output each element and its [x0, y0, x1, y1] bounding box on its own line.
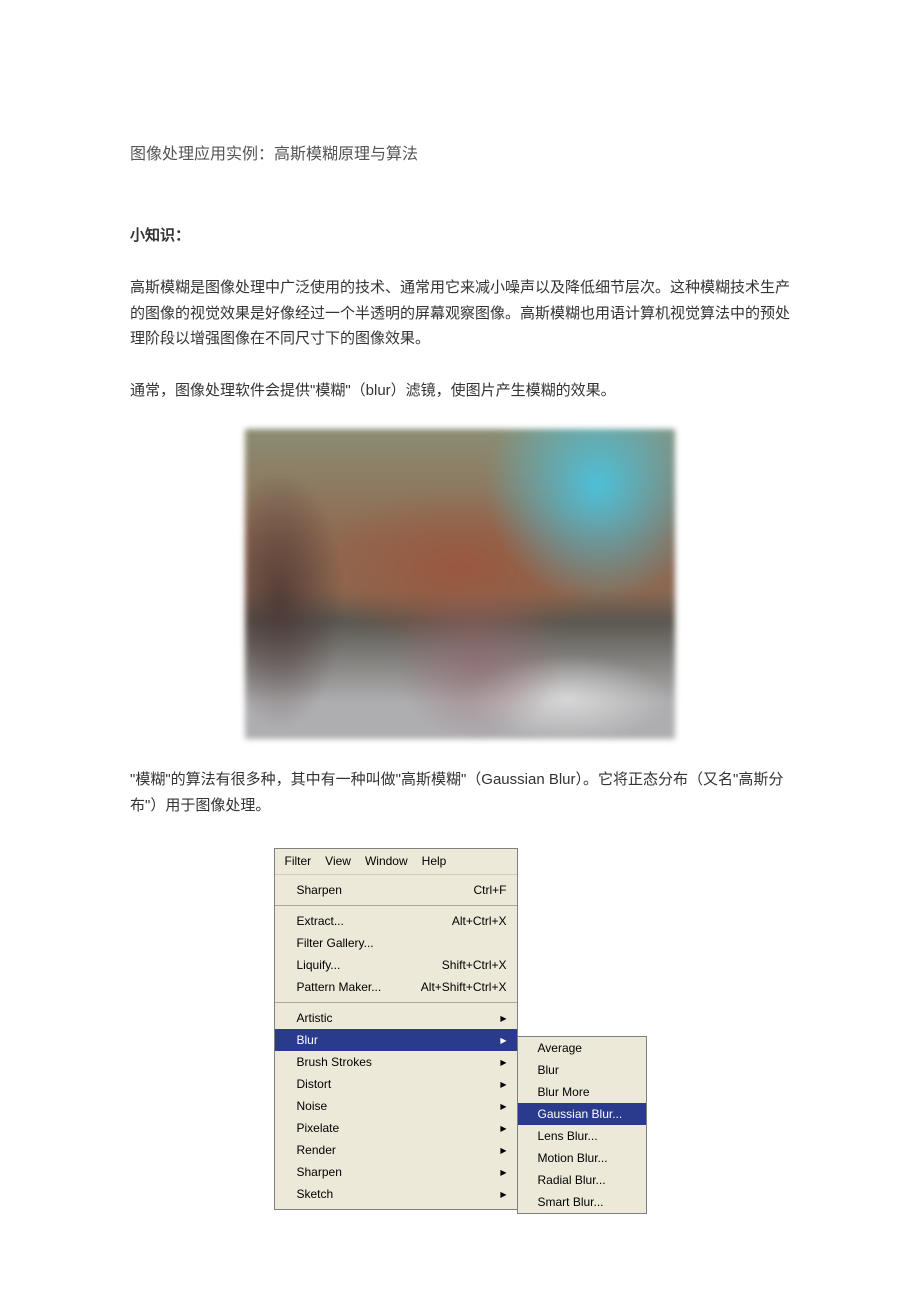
submenu-item-label: Radial Blur... [538, 1173, 606, 1187]
menu-section-3: Artistic ▶ Blur ▶ Brush Strokes ▶ Distor… [275, 1003, 517, 1209]
menubar: Filter View Window Help [275, 849, 517, 875]
menu-item-blur[interactable]: Blur ▶ [275, 1029, 517, 1051]
menu-item-label: Brush Strokes [297, 1055, 372, 1069]
submenu-item-blur[interactable]: Blur [518, 1059, 646, 1081]
menu-item-render[interactable]: Render ▶ [275, 1139, 517, 1161]
menu-item-label: Sharpen [297, 883, 342, 897]
paragraph-3: "模糊"的算法有很多种，其中有一种叫做"高斯模糊"（Gaussian Blur）… [130, 767, 790, 818]
menubar-item-help[interactable]: Help [422, 854, 447, 868]
photoshop-menu-figure: Filter View Window Help Sharpen Ctrl+F E… [130, 848, 790, 1214]
menu-item-pattern-maker[interactable]: Pattern Maker... Alt+Shift+Ctrl+X [275, 976, 517, 998]
menu-item-label: Liquify... [297, 958, 341, 972]
submenu-arrow-icon: ▶ [500, 1190, 506, 1199]
menu-item-shortcut: Shift+Ctrl+X [442, 958, 507, 972]
submenu-item-average[interactable]: Average [518, 1037, 646, 1059]
submenu-item-gaussian-blur[interactable]: Gaussian Blur... [518, 1103, 646, 1125]
menu-item-shortcut: Alt+Shift+Ctrl+X [421, 980, 507, 994]
menu-item-label: Pixelate [297, 1121, 340, 1135]
menu-item-label: Pattern Maker... [297, 980, 382, 994]
menu-item-label: Render [297, 1143, 336, 1157]
menubar-item-view[interactable]: View [325, 854, 351, 868]
submenu-item-lens-blur[interactable]: Lens Blur... [518, 1125, 646, 1147]
blur-image-container [130, 429, 790, 739]
submenu-arrow-icon: ▶ [500, 1058, 506, 1067]
menubar-item-window[interactable]: Window [365, 854, 408, 868]
menu-item-sketch[interactable]: Sketch ▶ [275, 1183, 517, 1205]
submenu-arrow-icon: ▶ [500, 1036, 506, 1045]
menu-item-shortcut: Ctrl+F [474, 883, 507, 897]
submenu-item-label: Lens Blur... [538, 1129, 598, 1143]
menu-item-artistic[interactable]: Artistic ▶ [275, 1007, 517, 1029]
submenu-item-radial-blur[interactable]: Radial Blur... [518, 1169, 646, 1191]
submenu-item-blur-more[interactable]: Blur More [518, 1081, 646, 1103]
filter-menu-panel: Filter View Window Help Sharpen Ctrl+F E… [274, 848, 518, 1210]
menu-item-label: Sharpen [297, 1165, 342, 1179]
menu-item-label: Filter Gallery... [297, 936, 374, 950]
submenu-item-label: Blur [538, 1063, 559, 1077]
menu-item-filter-gallery[interactable]: Filter Gallery... [275, 932, 517, 954]
submenu-arrow-icon: ▶ [500, 1168, 506, 1177]
menu-item-liquify[interactable]: Liquify... Shift+Ctrl+X [275, 954, 517, 976]
submenu-arrow-icon: ▶ [500, 1146, 506, 1155]
submenu-arrow-icon: ▶ [500, 1014, 506, 1023]
submenu-arrow-icon: ▶ [500, 1080, 506, 1089]
menubar-item-filter[interactable]: Filter [285, 854, 312, 868]
submenu-item-label: Motion Blur... [538, 1151, 608, 1165]
paragraph-2: 通常，图像处理软件会提供"模糊"（blur）滤镜，使图片产生模糊的效果。 [130, 378, 790, 404]
blur-submenu-panel: Average Blur Blur More Gaussian Blur... … [517, 1036, 647, 1214]
menu-item-sharpen-last[interactable]: Sharpen Ctrl+F [275, 879, 517, 901]
menu-item-label: Blur [297, 1033, 318, 1047]
menu-item-distort[interactable]: Distort ▶ [275, 1073, 517, 1095]
menu-section-2: Extract... Alt+Ctrl+X Filter Gallery... … [275, 906, 517, 1003]
menu-item-noise[interactable]: Noise ▶ [275, 1095, 517, 1117]
submenu-arrow-icon: ▶ [500, 1124, 506, 1133]
menu-item-label: Noise [297, 1099, 328, 1113]
document-title: 图像处理应用实例：高斯模糊原理与算法 [130, 140, 790, 164]
menu-item-brush-strokes[interactable]: Brush Strokes ▶ [275, 1051, 517, 1073]
submenu-item-motion-blur[interactable]: Motion Blur... [518, 1147, 646, 1169]
menu-item-pixelate[interactable]: Pixelate ▶ [275, 1117, 517, 1139]
menu-item-label: Artistic [297, 1011, 333, 1025]
submenu-arrow-icon: ▶ [500, 1102, 506, 1111]
submenu-item-label: Blur More [538, 1085, 590, 1099]
paragraph-1: 高斯模糊是图像处理中广泛使用的技术、通常用它来减小噪声以及降低细节层次。这种模糊… [130, 275, 790, 352]
submenu-item-label: Average [538, 1041, 582, 1055]
menu-section-1: Sharpen Ctrl+F [275, 875, 517, 906]
menu-item-shortcut: Alt+Ctrl+X [452, 914, 507, 928]
menu-item-label: Sketch [297, 1187, 334, 1201]
heading-knowledge: 小知识： [130, 224, 790, 245]
menu-item-label: Distort [297, 1077, 332, 1091]
blurred-example-image [245, 429, 675, 739]
submenu-item-label: Gaussian Blur... [538, 1107, 623, 1121]
menu-item-label: Extract... [297, 914, 344, 928]
submenu-item-label: Smart Blur... [538, 1195, 604, 1209]
menu-assembly: Filter View Window Help Sharpen Ctrl+F E… [274, 848, 647, 1214]
menu-item-sharpen[interactable]: Sharpen ▶ [275, 1161, 517, 1183]
menu-item-extract[interactable]: Extract... Alt+Ctrl+X [275, 910, 517, 932]
submenu-item-smart-blur[interactable]: Smart Blur... [518, 1191, 646, 1213]
